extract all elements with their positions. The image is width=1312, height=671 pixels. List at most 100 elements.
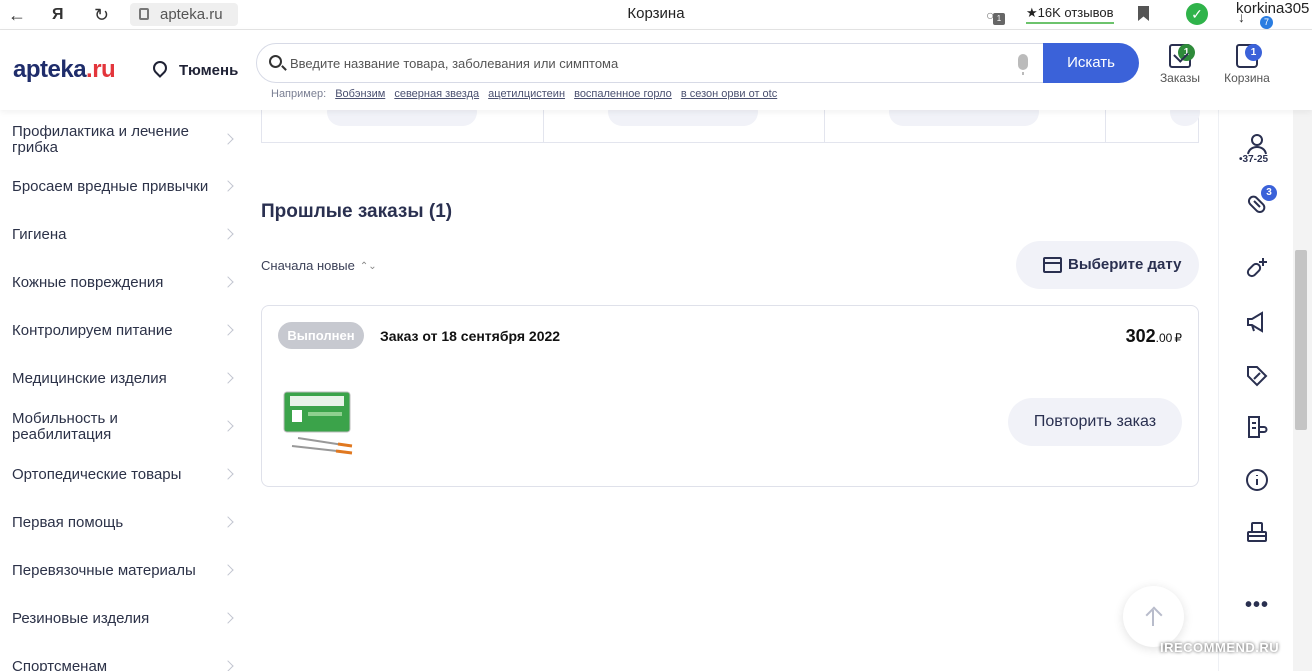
chevron-right-icon xyxy=(222,276,234,288)
order-price: 302.00 ₽ xyxy=(1126,326,1182,347)
category-label: Медицинские изделия xyxy=(12,370,167,387)
category-label: Резиновые изделия xyxy=(12,610,150,627)
search-icon xyxy=(269,55,282,68)
watermark: IRECOMMEND.RU xyxy=(1160,640,1280,655)
category-item[interactable]: Гигиена xyxy=(12,226,234,243)
megaphone-icon[interactable] xyxy=(1245,310,1269,334)
category-label: Профилактика и лечение грибка xyxy=(12,123,189,156)
app-root: ← Я ↻ apteka.ru Корзина ○ 1 ★16K отзывов… xyxy=(0,0,1312,671)
browser-user-name[interactable]: korkina305 xyxy=(1236,0,1309,17)
info-icon[interactable] xyxy=(1245,468,1269,492)
category-item[interactable]: Кожные повреждения xyxy=(12,274,234,291)
city-selector[interactable]: Тюмень xyxy=(150,58,239,79)
reviews-link[interactable]: ★16K отзывов xyxy=(1026,5,1114,24)
orders-icon: 1 xyxy=(1169,44,1195,68)
category-item[interactable]: Медицинские изделия xyxy=(12,370,234,387)
example-link[interactable]: ацетилцистеин xyxy=(488,88,565,100)
category-item[interactable]: Перевязочные материалы xyxy=(12,562,234,579)
select-date-label: Выберите дату xyxy=(1068,256,1182,273)
example-link[interactable]: Вобэнзим xyxy=(335,88,385,100)
category-label: Перевязочные материалы xyxy=(12,562,196,579)
category-item[interactable]: Бросаем вредные привычки xyxy=(12,178,234,195)
category-label: Мобильность и реабилитация xyxy=(12,410,118,443)
category-sidebar: Профилактика и лечение грибка Бросаем вр… xyxy=(0,110,245,671)
example-link[interactable]: воспаленное горло xyxy=(574,88,672,100)
logo-main: apteka xyxy=(13,56,87,83)
category-label: Гигиена xyxy=(12,226,67,243)
extension-badge: 1 xyxy=(993,13,1005,25)
chevron-right-icon xyxy=(222,660,234,671)
download-icon[interactable]: ↓ xyxy=(1238,9,1245,25)
order-card[interactable]: Выполнен Заказ от 18 сентября 2022 302.0… xyxy=(261,305,1199,487)
pills-badge: 3 xyxy=(1261,185,1277,201)
protect-check-icon[interactable]: ✓ xyxy=(1186,3,1208,25)
price-cents: .00 xyxy=(1155,331,1173,345)
example-link[interactable]: в сезон орви от otc xyxy=(681,88,777,100)
chevron-right-icon xyxy=(222,372,234,384)
category-item[interactable]: Первая помощь xyxy=(12,515,234,531)
category-item[interactable]: Профилактика и лечение грибка xyxy=(12,123,234,156)
category-item[interactable]: Резиновые изделия xyxy=(12,610,234,627)
orders-button[interactable]: 1 Заказы xyxy=(1158,44,1202,85)
chevron-right-icon xyxy=(222,228,234,240)
currency-symbol: ₽ xyxy=(1174,331,1182,345)
chevron-right-icon xyxy=(222,133,234,145)
search-input[interactable] xyxy=(290,44,1010,82)
user-icon[interactable] xyxy=(1245,132,1269,156)
product-image[interactable] xyxy=(278,390,356,456)
select-date-button[interactable]: Выберите дату xyxy=(1016,241,1199,289)
cart-label: Корзина xyxy=(1224,71,1270,85)
main-content: Прошлые заказы (1) Сначала новые ⌃⌄ Выбер… xyxy=(261,98,1200,671)
sort-selector[interactable]: Сначала новые ⌃⌄ xyxy=(261,258,377,273)
category-label: Ортопедические товары xyxy=(12,466,182,483)
download-badge: 7 xyxy=(1260,16,1273,29)
browser-toolbar: ← Я ↻ apteka.ru Корзина ○ 1 ★16K отзывов… xyxy=(0,0,1312,30)
search-button[interactable]: Искать xyxy=(1043,43,1139,83)
past-orders-title: Прошлые заказы (1) xyxy=(261,201,453,222)
divider xyxy=(543,110,544,143)
divider xyxy=(824,110,825,143)
chevron-right-icon xyxy=(222,468,234,480)
location-pin-icon xyxy=(150,58,170,78)
category-item[interactable]: Ортопедические товары xyxy=(12,466,234,483)
category-item[interactable]: Контролируем питание xyxy=(12,322,234,339)
discount-tag-icon[interactable] xyxy=(1245,364,1269,388)
cart-badge: 1 xyxy=(1245,44,1262,61)
chevron-right-icon xyxy=(222,180,234,192)
order-status-badge: Выполнен xyxy=(278,322,364,349)
sort-arrows-icon: ⌃⌄ xyxy=(359,261,377,272)
category-label: Кожные повреждения xyxy=(12,274,164,291)
orders-badge: 1 xyxy=(1178,44,1195,61)
scrollbar-thumb[interactable] xyxy=(1295,250,1307,430)
examples-label: Например: xyxy=(271,88,327,100)
category-item[interactable]: Мобильность и реабилитация xyxy=(12,410,234,443)
sort-label: Сначала новые xyxy=(261,258,355,273)
calendar-icon xyxy=(1043,257,1062,273)
cart-button[interactable]: 1 Корзина xyxy=(1220,44,1274,85)
price-main: 302 xyxy=(1125,326,1156,346)
more-icon[interactable]: ••• xyxy=(1245,595,1269,622)
order-title[interactable]: Заказ от 18 сентября 2022 xyxy=(380,328,560,344)
right-rail: •37-25 3 ••• xyxy=(1218,110,1293,671)
example-link[interactable]: северная звезда xyxy=(394,88,479,100)
site-logo[interactable]: apteka.ru xyxy=(13,56,116,84)
chevron-right-icon xyxy=(222,612,234,624)
cart-bag-icon: 1 xyxy=(1236,44,1262,68)
logo-suffix: .ru xyxy=(86,56,116,83)
category-item[interactable]: Спортсменам xyxy=(12,658,234,671)
city-name: Тюмень xyxy=(179,62,239,79)
site-header: apteka.ru Тюмень Искать Например: Вобэнз… xyxy=(0,30,1312,110)
repeat-order-button[interactable]: Повторить заказ xyxy=(1008,398,1182,446)
search-box: Искать xyxy=(256,43,1139,83)
category-label: Спортсменам xyxy=(12,658,108,671)
category-label: Контролируем питание xyxy=(12,322,173,339)
divider xyxy=(1105,110,1106,143)
medicine-plus-icon[interactable] xyxy=(1245,256,1269,280)
category-label: Бросаем вредные привычки xyxy=(12,178,209,195)
phone-number[interactable]: •37-25 xyxy=(1239,154,1268,165)
microphone-icon[interactable] xyxy=(1018,54,1028,75)
delivery-icon[interactable] xyxy=(1245,520,1269,544)
document-icon[interactable] xyxy=(1245,415,1269,439)
chevron-right-icon xyxy=(222,564,234,576)
scroll-to-top-button[interactable] xyxy=(1123,586,1184,647)
